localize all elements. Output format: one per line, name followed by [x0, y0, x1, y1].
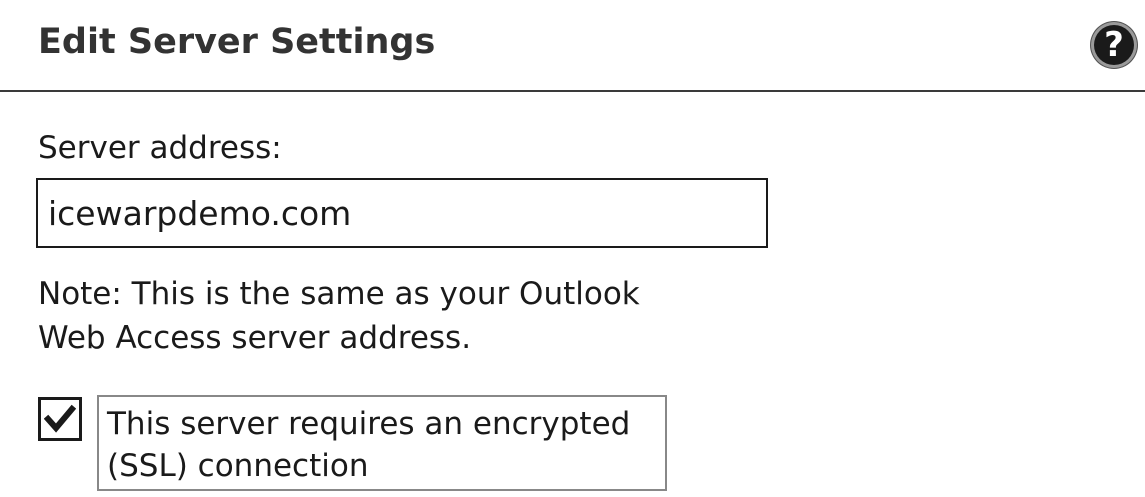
ssl-label-line-1: This server requires an encrypted: [107, 406, 631, 442]
ssl-checkbox-label[interactable]: This server requires an encrypted (SSL) …: [97, 395, 667, 491]
ssl-checkbox[interactable]: [38, 397, 82, 441]
ssl-label-line-2: (SSL) connection: [107, 448, 369, 484]
checkmark-icon: [44, 404, 76, 433]
note-line-1: Note: This is the same as your Outlook: [38, 276, 640, 312]
header-bar: Edit Server Settings ?: [0, 0, 1145, 92]
server-address-note: Note: This is the same as your Outlook W…: [38, 272, 738, 360]
question-circle-icon: ?: [1104, 25, 1124, 65]
note-line-2: Web Access server address.: [38, 320, 472, 356]
server-address-input[interactable]: [38, 180, 766, 246]
server-address-field-box: [36, 178, 768, 248]
page-title: Edit Server Settings: [38, 22, 436, 62]
server-address-label: Server address:: [38, 130, 282, 166]
help-button[interactable]: ?: [1091, 22, 1137, 68]
